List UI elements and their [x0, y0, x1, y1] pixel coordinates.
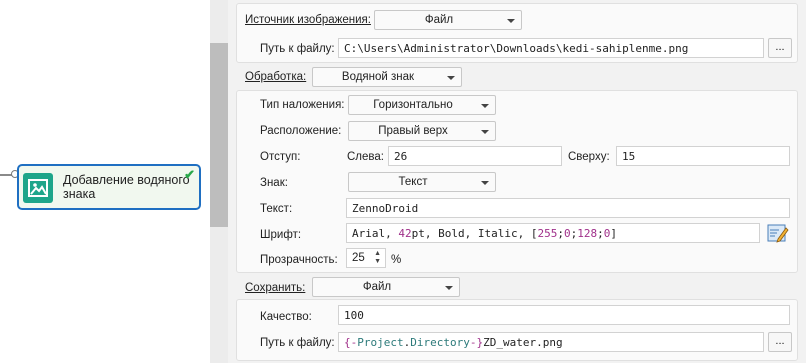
processing-label: Обработка:	[245, 71, 307, 83]
offset-top-label: Сверху:	[568, 151, 610, 163]
font-field[interactable]: Arial, 42pt, Bold, Italic, [255;0;128;0]	[346, 223, 760, 243]
offset-left-field[interactable]: 26	[388, 146, 562, 166]
input-path-field[interactable]: C:\Users\Administrator\Downloads\kedi-sa…	[338, 38, 764, 58]
action-node[interactable]: Добавление водяного знака ✔	[17, 164, 201, 210]
browse-output-button[interactable]: ...	[768, 332, 792, 352]
position-select[interactable]: Правый верх	[348, 121, 496, 141]
mark-label: Знак:	[260, 177, 288, 189]
spinner-arrows-icon[interactable]: ▲ ▼	[374, 250, 381, 266]
offset-left-label: Слева:	[347, 151, 384, 163]
overlay-type-label: Тип наложения:	[260, 99, 345, 111]
image-source-label: Источник изображения:	[245, 14, 371, 26]
quality-field[interactable]: 100	[338, 305, 790, 325]
chevron-down-icon	[481, 181, 489, 185]
chevron-down-icon	[481, 104, 489, 108]
position-label: Расположение:	[260, 125, 342, 137]
save-label: Сохранить:	[245, 282, 306, 294]
processing-group	[236, 90, 798, 273]
browse-input-button[interactable]: ...	[768, 38, 792, 58]
save-select[interactable]: Файл	[312, 277, 460, 297]
opacity-unit: %	[391, 254, 402, 266]
offset-label: Отступ:	[260, 151, 301, 163]
output-path-label: Путь к файлу:	[260, 337, 335, 349]
font-edit-icon	[767, 224, 789, 243]
input-path-label: Путь к файлу:	[260, 43, 335, 55]
processing-select[interactable]: Водяной знак	[312, 67, 462, 87]
scrollbar-thumb[interactable]	[210, 43, 228, 227]
text-label: Текст:	[260, 203, 293, 215]
check-icon: ✔	[184, 167, 195, 182]
opacity-label: Прозрачность:	[260, 254, 338, 266]
image-icon	[23, 173, 53, 203]
opacity-spinner[interactable]: 25 ▲ ▼	[346, 248, 386, 268]
mark-select[interactable]: Текст	[348, 172, 496, 192]
text-field[interactable]: ZennoDroid	[346, 198, 790, 218]
properties-panel: Источник изображения: Файл Путь к файлу:…	[228, 0, 806, 363]
node-title: Добавление водяного знака	[63, 173, 190, 201]
offset-top-field[interactable]: 15	[616, 146, 790, 166]
output-path-field[interactable]: {-Project.Directory-}ZD_water.png	[338, 332, 764, 352]
font-picker-button[interactable]	[766, 222, 790, 244]
overlay-type-select[interactable]: Горизонтально	[348, 95, 496, 115]
chevron-down-icon	[447, 76, 455, 80]
font-label: Шрифт:	[260, 229, 302, 241]
image-source-select[interactable]: Файл	[374, 10, 522, 30]
chevron-down-icon	[445, 286, 453, 290]
chevron-down-icon	[507, 19, 515, 23]
chevron-down-icon	[481, 130, 489, 134]
quality-label: Качество:	[260, 311, 312, 323]
